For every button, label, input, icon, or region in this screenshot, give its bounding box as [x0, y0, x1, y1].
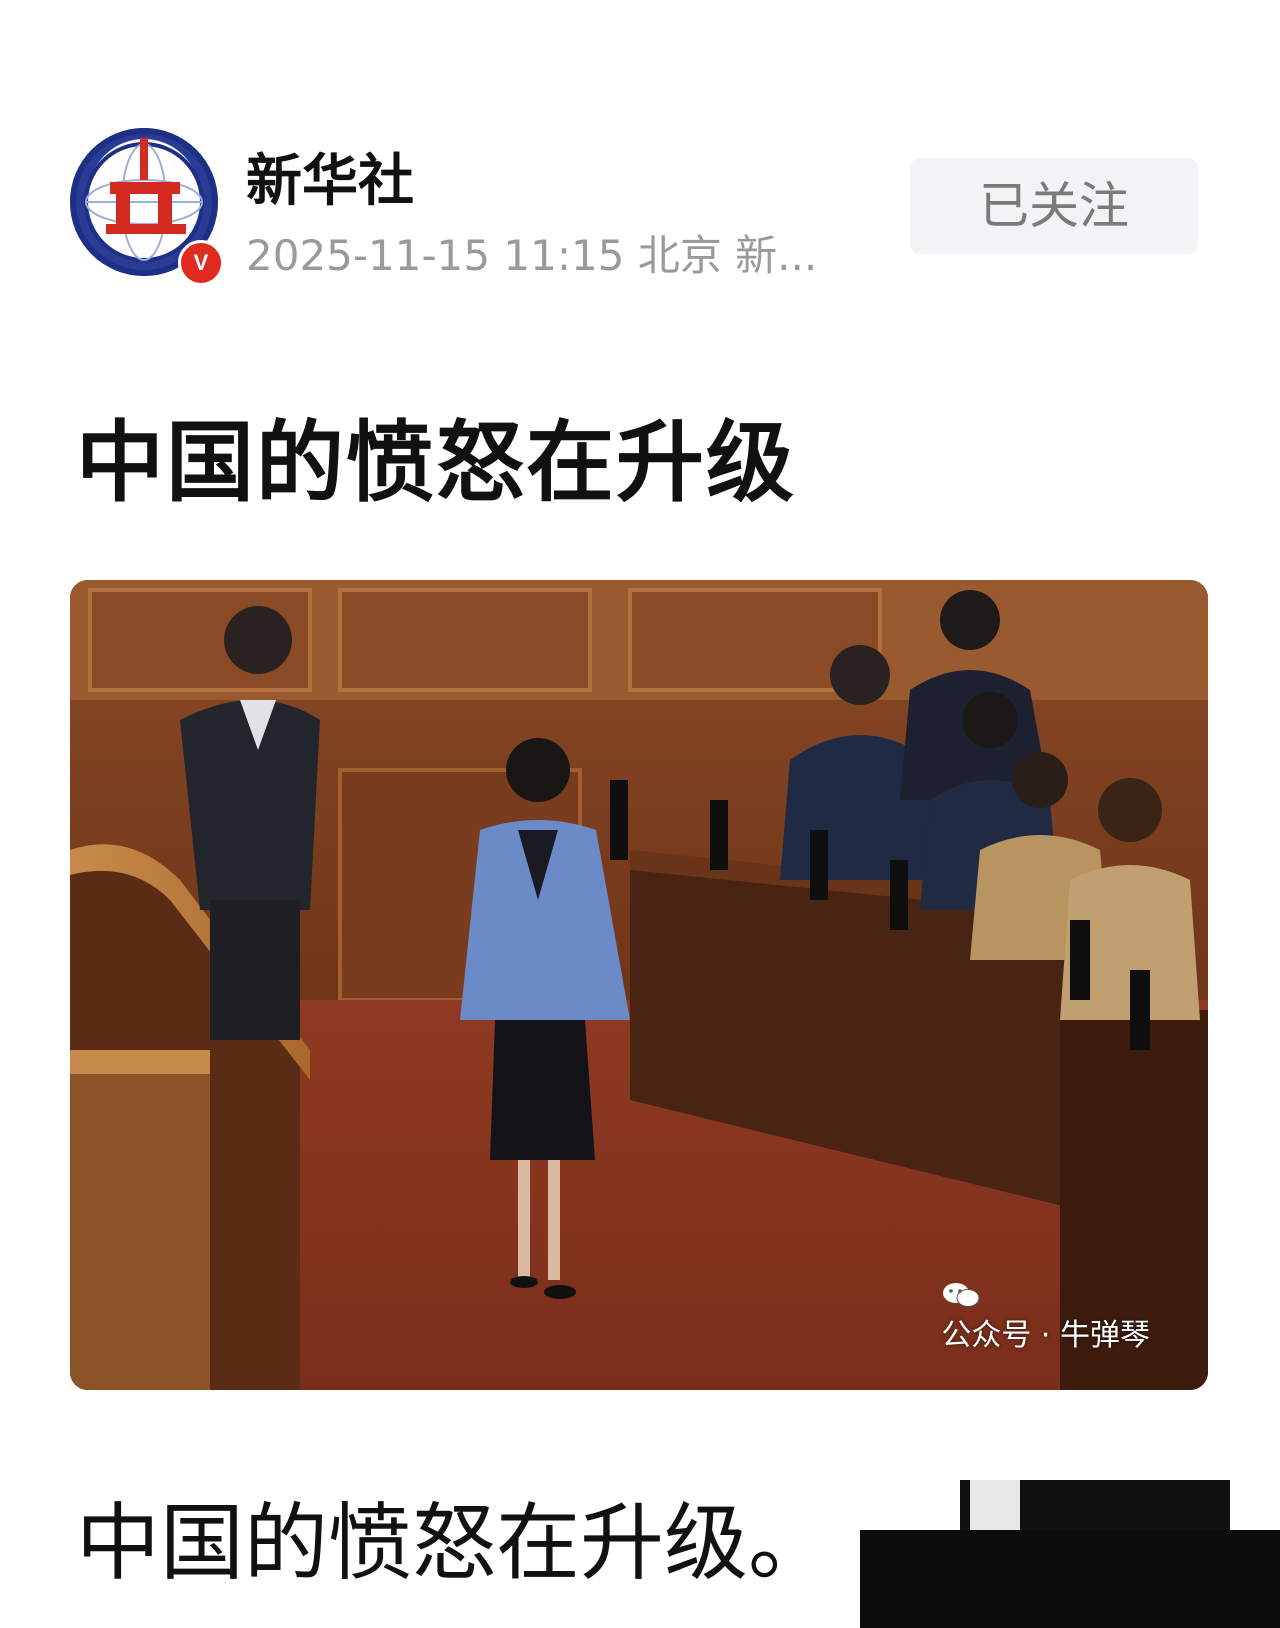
redaction-gap [970, 1480, 1020, 1530]
avatar[interactable]: V [70, 128, 224, 286]
post-meta: 2025-11-15 11:15 北京 新... [246, 231, 818, 280]
article-body: 中国的愤怒在升级。 [76, 1494, 833, 1592]
article-photo[interactable]: 公众号 · 牛弹琴 [70, 580, 1208, 1390]
account-name[interactable]: 新华社 [246, 136, 414, 217]
wechat-icon [943, 1283, 980, 1307]
watermark-label: 公众号 · 牛弹琴 [941, 1318, 1150, 1353]
followed-button[interactable]: 已关注 [910, 158, 1198, 254]
redaction-block [860, 1530, 1280, 1628]
parliament-scene-image [70, 580, 1208, 1390]
article-title: 中国的愤怒在升级 [76, 411, 797, 514]
verified-badge-icon: V [178, 240, 224, 286]
account-header: V 新华社 2025-11-15 11:15 北京 新... 已关注 [70, 128, 1200, 288]
article-page: V 新华社 2025-11-15 11:15 北京 新... 已关注 中国的愤怒… [0, 0, 1280, 1628]
photo-watermark: 公众号 · 牛弹琴 [941, 1280, 1150, 1354]
